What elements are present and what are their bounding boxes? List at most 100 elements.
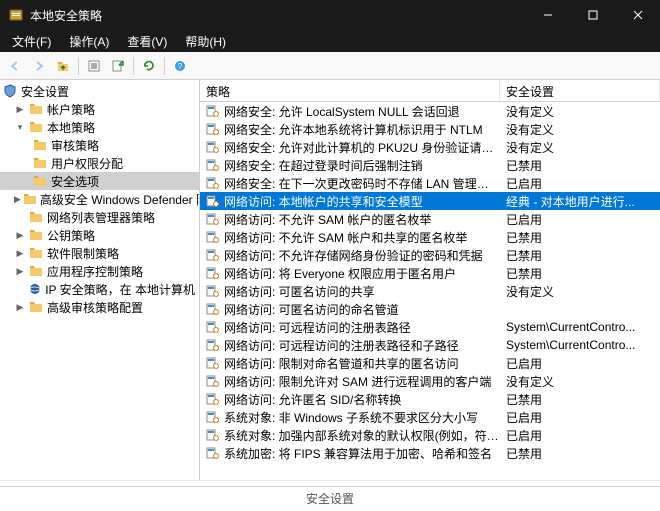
policy-icon [204,373,220,389]
folder-icon [32,155,48,171]
tree-defender-firewall[interactable]: ▶ 高级安全 Windows Defender 防火墙 [0,190,199,208]
collapse-icon[interactable]: ▾ [14,121,26,133]
tree-label: 安全设置 [21,83,69,100]
tree-label: 网络列表管理器策略 [47,209,155,226]
policy-icon [204,283,220,299]
expand-icon[interactable]: ▶ [14,103,26,115]
list-row[interactable]: 网络访问: 可远程访问的注册表路径和子路径System\CurrentContr… [200,336,660,354]
policy-name: 网络访问: 可匿名访问的共享 [224,283,375,300]
toolbar-separator [78,57,79,75]
list-row[interactable]: 网络安全: 在下一次更改密码时不存储 LAN 管理器哈希值已启用 [200,174,660,192]
tree-pane[interactable]: 安全设置 ▶ 帐户策略 ▾ 本地策略 审核策略 用户权限分配 [0,80,200,480]
folder-icon [32,137,48,153]
tree-account-policies[interactable]: ▶ 帐户策略 [0,100,199,118]
list-row[interactable]: 网络访问: 不允许 SAM 帐户的匿名枚举 已启用 [200,210,660,228]
policy-icon [204,247,220,263]
refresh-button[interactable] [138,55,160,77]
expand-spacer [14,283,25,295]
list-row[interactable]: 网络访问: 将 Everyone 权限应用于匿名用户 已禁用 [200,264,660,282]
list-row[interactable]: 系统对象: 非 Windows 子系统不要求区分大小写已启用 [200,408,660,426]
policy-name: 网络访问: 限制对命名管道和共享的匿名访问 [224,355,459,372]
tree-advanced-audit[interactable]: ▶ 高级审核策略配置 [0,298,199,316]
tree-user-rights[interactable]: 用户权限分配 [0,154,199,172]
minimize-button[interactable] [525,0,570,30]
tree-label: 帐户策略 [47,101,95,118]
tree-security-options[interactable]: 安全选项 [0,172,199,190]
policy-setting: 已禁用 [500,265,660,282]
tree-local-policies[interactable]: ▾ 本地策略 [0,118,199,136]
column-header-policy[interactable]: 策略 [200,80,500,101]
list-row[interactable]: 网络访问: 限制允许对 SAM 进行远程调用的客户端没有定义 [200,372,660,390]
close-button[interactable] [615,0,660,30]
policy-icon [204,355,220,371]
tree-ip-security[interactable]: IP 安全策略，在 本地计算机 [0,280,199,298]
policy-icon [204,157,220,173]
tree-app-control[interactable]: ▶ 应用程序控制策略 [0,262,199,280]
expand-icon[interactable]: ▶ [14,229,26,241]
policy-icon [204,319,220,335]
policy-name: 网络安全: 允许本地系统将计算机标识用于 NTLM [224,121,483,138]
list-row[interactable]: 网络安全: 允许对此计算机的 PKU2U 身份验证请求使用联...没有定义 [200,138,660,156]
list-row[interactable]: 网络安全: 在超过登录时间后强制注销已禁用 [200,156,660,174]
tree-label: 本地策略 [47,119,95,136]
list-row[interactable]: 网络安全: 允许 LocalSystem NULL 会话回退没有定义 [200,102,660,120]
list-row[interactable]: 网络访问: 可匿名访问的命名管道 [200,300,660,318]
policy-name: 网络访问: 本地帐户的共享和安全模型 [224,193,423,210]
list-row[interactable]: 系统对象: 加强内部系统对象的默认权限(例如，符号链接)已启用 [200,426,660,444]
policy-setting: 没有定义 [500,139,660,156]
export-button[interactable] [107,55,129,77]
maximize-button[interactable] [570,0,615,30]
policy-name: 网络安全: 允许 LocalSystem NULL 会话回退 [224,103,460,120]
policy-setting: 已禁用 [500,157,660,174]
properties-button[interactable] [83,55,105,77]
tree-network-list[interactable]: 网络列表管理器策略 [0,208,199,226]
list-row[interactable]: 网络访问: 可匿名访问的共享没有定义 [200,282,660,300]
tree-root-security-settings[interactable]: 安全设置 [0,82,199,100]
list-row[interactable]: 网络访问: 允许匿名 SID/名称转换已禁用 [200,390,660,408]
menu-action[interactable]: 操作(A) [63,31,115,52]
up-button[interactable] [52,55,74,77]
help-button[interactable]: ? [169,55,191,77]
list-row[interactable]: 网络访问: 不允许 SAM 帐户和共享的匿名枚举已禁用 [200,228,660,246]
policy-setting: 已启用 [500,211,660,228]
menu-help[interactable]: 帮助(H) [179,31,232,52]
list-row[interactable]: 系统加密: 将 FIPS 兼容算法用于加密、哈希和签名已禁用 [200,444,660,462]
tree-label: IP 安全策略，在 本地计算机 [45,281,195,298]
list-row[interactable]: 网络安全: 允许本地系统将计算机标识用于 NTLM没有定义 [200,120,660,138]
list-row[interactable]: 网络访问: 本地帐户的共享和安全模型经典 - 对本地用户进行... [200,192,660,210]
list-pane: 策略 安全设置 网络安全: 允许 LocalSystem NULL 会话回退没有… [200,80,660,480]
expand-icon[interactable]: ▶ [14,301,26,313]
list-row[interactable]: 网络访问: 可远程访问的注册表路径System\CurrentContro... [200,318,660,336]
expand-icon[interactable]: ▶ [14,247,26,259]
tree-public-key[interactable]: ▶ 公钥策略 [0,226,199,244]
policy-setting: 已禁用 [500,247,660,264]
list-row[interactable]: 网络访问: 不允许存储网络身份验证的密码和凭据已禁用 [200,246,660,264]
policy-name: 网络访问: 可匿名访问的命名管道 [224,301,399,318]
column-header-setting[interactable]: 安全设置 [500,80,660,101]
policy-icon [204,391,220,407]
policy-icon [204,103,220,119]
policy-icon [204,301,220,317]
tree-label: 安全选项 [51,173,99,190]
menu-view[interactable]: 查看(V) [121,31,173,52]
folder-icon [28,227,44,243]
content: 安全设置 ▶ 帐户策略 ▾ 本地策略 审核策略 用户权限分配 [0,80,660,480]
policy-icon [204,337,220,353]
expand-icon[interactable]: ▶ [14,265,26,277]
list-row[interactable]: 网络访问: 限制对命名管道和共享的匿名访问已启用 [200,354,660,372]
expand-icon[interactable]: ▶ [14,193,21,205]
policy-name: 网络访问: 不允许 SAM 帐户的匿名枚举 [224,211,431,228]
policy-setting: System\CurrentContro... [500,320,660,334]
policy-icon [204,427,220,443]
status-text: 安全设置 [306,490,354,507]
back-button[interactable] [4,55,26,77]
menubar: 文件(F) 操作(A) 查看(V) 帮助(H) [0,30,660,52]
policy-name: 网络访问: 将 Everyone 权限应用于匿名用户 [224,265,456,282]
forward-button[interactable] [28,55,50,77]
tree-audit-policy[interactable]: 审核策略 [0,136,199,154]
window-title: 本地安全策略 [30,7,525,24]
tree-label: 公钥策略 [47,227,95,244]
menu-file[interactable]: 文件(F) [6,31,57,52]
tree-software-restriction[interactable]: ▶ 软件限制策略 [0,244,199,262]
list-body[interactable]: 网络安全: 允许 LocalSystem NULL 会话回退没有定义网络安全: … [200,102,660,480]
